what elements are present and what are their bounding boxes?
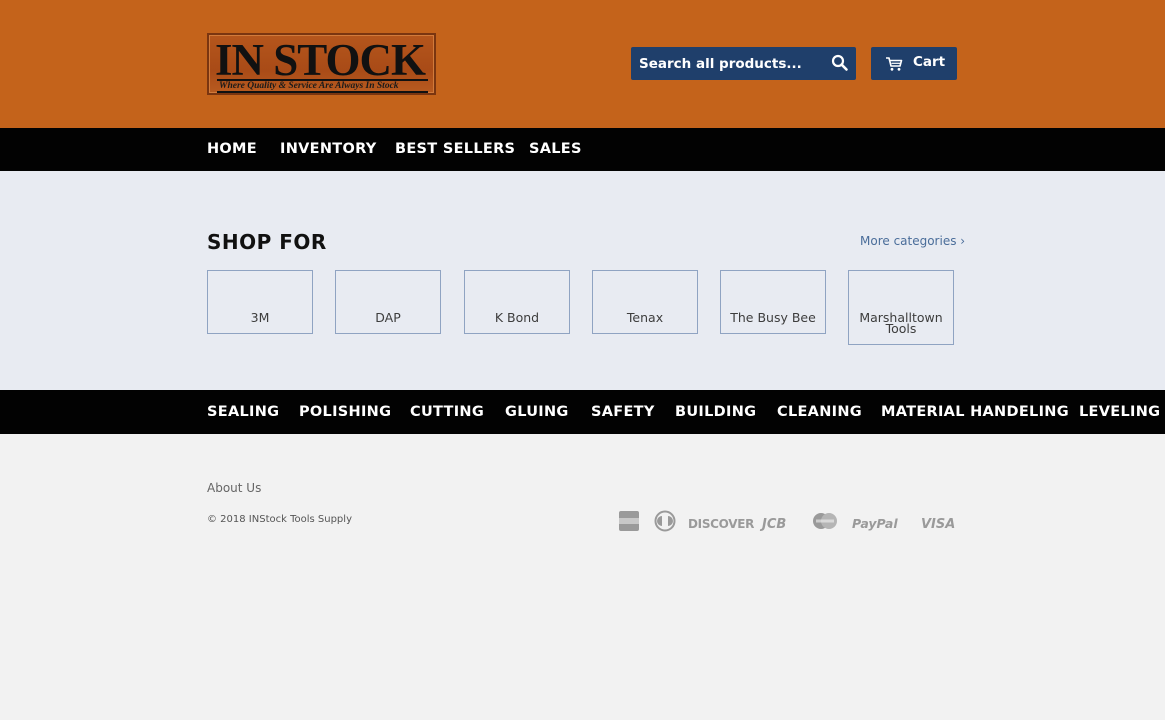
nav-item-sales[interactable]: SALES [529,128,582,171]
nav-item-inventory[interactable]: INVENTORY [280,128,377,171]
discover-icon: DISCOVER [688,517,755,531]
site-header: IN STOCK Where Quality & Service Are Alw… [0,0,1165,128]
diners-club-icon [654,510,676,532]
category-label: The Busy Bee [730,310,816,325]
category-label: Marshalltown Tools [859,310,943,336]
category-card-tenax[interactable]: Tenax [592,270,698,334]
category-label: K Bond [494,310,540,325]
search-icon [831,54,848,71]
cart-icon [886,57,903,71]
category-card-marshalltown-tools[interactable]: Marshalltown Tools [848,270,954,345]
nav-item-best-sellers[interactable]: BEST SELLERS [395,128,515,171]
paypal-icon: PayPal [852,516,898,531]
copyright-text: © 2018 INStock Tools Supply [207,514,352,525]
logo-wordmark: IN STOCK [215,35,426,85]
category-link-cutting[interactable]: CUTTING [410,390,484,434]
category-link-safety[interactable]: SAFETY [591,390,655,434]
mastercard-icon [811,510,839,532]
more-categories-link[interactable]: More categories › [860,234,965,248]
jcb-icon: JCB [762,517,787,532]
main-nav: HOME INVENTORY BEST SELLERS SALES [0,128,1165,171]
cart-button[interactable]: Cart [871,47,957,80]
category-bar: SEALING POLISHING CUTTING GLUING SAFETY … [0,390,1165,434]
nav-item-home[interactable]: HOME [207,128,257,171]
category-link-cleaning[interactable]: CLEANING [777,390,862,434]
category-link-gluing[interactable]: GLUING [505,390,569,434]
category-card-dap[interactable]: DAP [335,270,441,334]
category-label: DAP [375,310,401,325]
category-card-3m[interactable]: 3M [207,270,313,334]
category-link-polishing[interactable]: POLISHING [299,390,391,434]
site-logo[interactable]: IN STOCK Where Quality & Service Are Alw… [207,33,436,95]
category-link-leveling[interactable]: LEVELING [1079,390,1160,434]
category-label: Tenax [626,310,664,325]
about-us-link[interactable]: About Us [207,481,261,495]
section-title: SHOP FOR [207,230,327,254]
shop-for-section: SHOP FOR More categories › 3M DAP K Bond… [0,171,1165,390]
cart-label: Cart [913,54,946,70]
category-link-sealing[interactable]: SEALING [207,390,279,434]
visa-icon: VISA [921,517,956,532]
category-card-the-busy-bee[interactable]: The Busy Bee [720,270,826,334]
category-label: 3M [250,310,270,325]
american-express-icon [618,510,640,532]
logo-tagline: Where Quality & Service Are Always In St… [217,79,428,93]
search-button[interactable] [830,53,850,73]
search-form [631,47,856,80]
search-input[interactable] [631,47,821,80]
category-card-k-bond[interactable]: K Bond [464,270,570,334]
category-link-material-handeling[interactable]: MATERIAL HANDELING [881,390,1069,434]
category-link-building[interactable]: BUILDING [675,390,756,434]
